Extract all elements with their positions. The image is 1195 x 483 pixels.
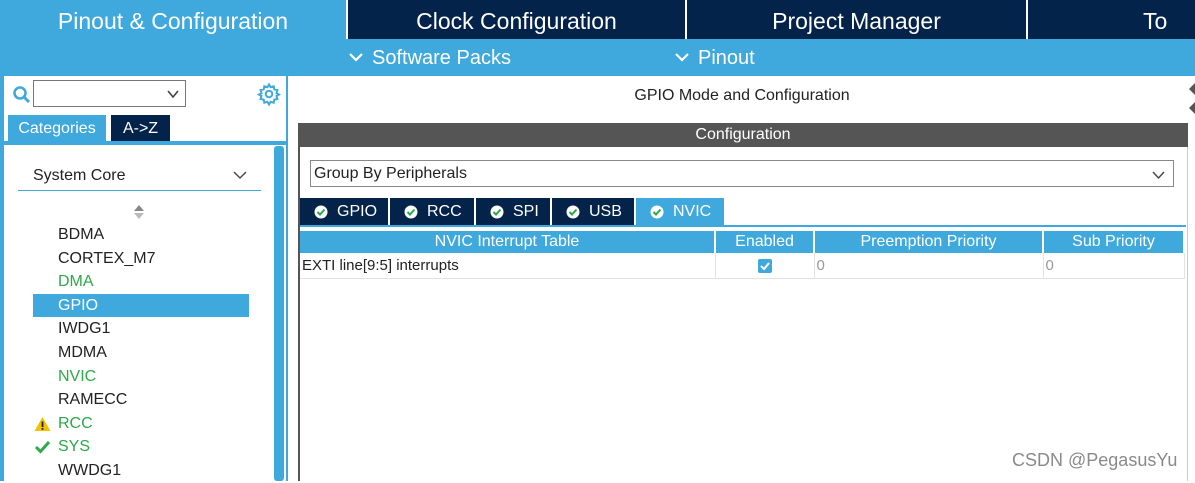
chevron-down-icon [349,52,363,62]
column-header-enabled[interactable]: Enabled [715,231,815,253]
enabled-cell [715,253,815,279]
list-item-ramecc[interactable]: RAMECC [33,388,249,412]
checkmark-icon [759,261,770,270]
left-edge [0,76,4,481]
column-header-preemption[interactable]: Preemption Priority [814,231,1044,253]
tab-pinout-configuration[interactable]: Pinout & Configuration [0,0,346,39]
peripheral-tabs-underline [300,225,1186,227]
list-item-label: WWDG1 [58,461,122,479]
configuration-title: Configuration [298,123,1188,147]
tab-clock-configuration[interactable]: Clock Configuration [348,0,685,39]
column-header-interrupt[interactable]: NVIC Interrupt Table [300,231,716,253]
mode-config-title: GPIO Mode and Configuration [298,78,1186,112]
sort-icon[interactable] [133,204,145,220]
list-item-sys[interactable]: SYS [33,435,249,459]
watermark: CSDN @PegasusYu [1012,450,1178,470]
enabled-checkbox[interactable] [757,258,772,273]
group-by-dropdown[interactable]: Group By Peripherals [310,160,1174,187]
tab-gpio[interactable]: GPIO [300,198,388,225]
software-packs-label: Software Packs [372,47,511,69]
list-item-dma[interactable]: DMA [33,270,249,294]
chevron-down-icon [675,52,689,62]
list-item-label: BDMA [58,226,105,243]
peripheral-list: BDMA CORTEX_M7 DMA GPIO IWDG1 MDMA NVIC … [33,223,249,483]
sub-priority-value[interactable]: 0 [1043,253,1185,279]
list-item-label: GPIO [58,296,99,314]
list-item-label: SYS [58,438,91,456]
list-item-wwdg1[interactable]: WWDG1 [33,459,249,483]
list-item-label: MDMA [58,343,107,361]
gear-icon[interactable] [257,82,281,106]
list-item-rcc[interactable]: RCC [33,412,249,436]
pinout-label: Pinout [698,47,755,69]
list-item-label: RAMECC [58,391,128,409]
table-header-row: NVIC Interrupt Table Enabled Preemption … [300,231,1185,253]
tab-a-to-z[interactable]: A->Z [111,115,170,143]
interrupt-name: EXTI line[9:5] interrupts [300,253,716,279]
category-tabs-underline [4,141,286,145]
top-tab-bar: Pinout & Configuration Clock Configurati… [0,0,1195,39]
list-item-label: RCC [58,414,93,432]
warning-icon [34,416,51,431]
tab-usb[interactable]: USB [552,198,634,225]
tab-separator [1026,0,1028,39]
nvic-interrupt-table: NVIC Interrupt Table Enabled Preemption … [300,231,1185,279]
chevron-down-icon[interactable] [167,88,179,100]
tab-label: GPIO [337,203,378,220]
tab-tools[interactable]: To [1143,0,1195,39]
list-item-bdma[interactable]: BDMA [33,223,249,247]
check-circle-icon [566,205,580,219]
category-dropdown[interactable]: System Core [18,160,261,191]
left-panel-border [286,76,288,481]
software-packs-menu[interactable]: Software Packs [348,39,511,76]
tab-label: USB [589,203,622,220]
list-item-label: IWDG1 [58,320,111,338]
collapse-arrows-icon[interactable] [1186,80,1195,120]
table-row[interactable]: EXTI line[9:5] interrupts 0 0 [300,253,1185,279]
list-item-mdma[interactable]: MDMA [33,341,249,365]
check-circle-icon [404,205,418,219]
tab-label: SPI [513,203,539,220]
tab-nvic[interactable]: NVIC [636,198,724,225]
chevron-down-icon [1152,171,1165,180]
chevron-down-icon [233,171,247,179]
column-header-sub-priority[interactable]: Sub Priority [1043,231,1185,253]
search-input[interactable] [33,80,186,107]
check-circle-icon [650,205,664,219]
group-by-value: Group By Peripherals [314,165,467,182]
tab-project-manager[interactable]: Project Manager [687,0,1026,39]
tab-spi[interactable]: SPI [476,198,550,225]
list-item-nvic[interactable]: NVIC [33,365,249,389]
tab-label: RCC [427,203,462,220]
list-scrollbar[interactable] [274,146,284,481]
checkmark-icon [34,441,51,455]
check-circle-icon [314,205,328,219]
tab-rcc[interactable]: RCC [390,198,474,225]
list-item-cortex-m7[interactable]: CORTEX_M7 [33,247,249,271]
list-item-label: DMA [58,273,94,291]
pinout-menu[interactable]: Pinout [674,39,755,76]
check-circle-icon [490,205,504,219]
list-item-gpio[interactable]: GPIO [33,293,249,318]
list-item-label: CORTEX_M7 [58,249,156,267]
list-item-iwdg1[interactable]: IWDG1 [33,317,249,341]
preemption-priority-value[interactable]: 0 [814,253,1044,279]
sub-menu-bar: Software Packs Pinout [0,39,1195,76]
tab-label: NVIC [673,203,712,220]
tab-categories[interactable]: Categories [8,115,106,143]
category-dropdown-value: System Core [33,167,126,184]
list-item-label: NVIC [58,367,97,385]
search-icon [13,86,31,104]
